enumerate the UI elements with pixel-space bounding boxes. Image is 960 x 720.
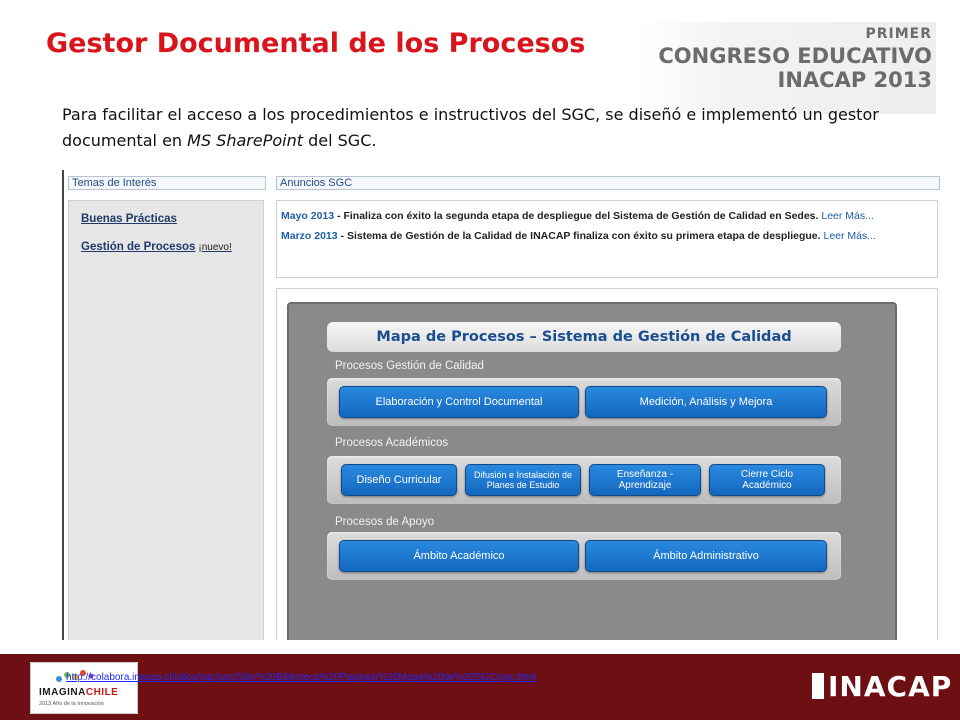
group-label-academicos: Procesos Académicos [335, 437, 449, 449]
group-label-calidad: Procesos Gestión de Calidad [335, 360, 484, 372]
intro-text-1: Para facilitar el acceso a los procedimi… [62, 105, 879, 150]
imagina-brand-black: IMAGINA [39, 687, 86, 698]
imagina-chile-logo: IMAGINACHILE 2013 Año de la Innovación [30, 662, 138, 714]
new-badge: ¡nuevo! [198, 242, 232, 253]
process-button-diseno[interactable]: Diseño Curricular [341, 464, 457, 496]
process-button-ensenanza[interactable]: Enseñanza - Aprendizaje [589, 464, 701, 496]
process-button-difusion[interactable]: Difusión e Instalación de Planes de Estu… [465, 464, 581, 496]
group-bar-calidad: Elaboración y Control Documental Medició… [327, 378, 841, 426]
announcement-text: - Sistema de Gestión de la Calidad de IN… [337, 230, 821, 242]
inacap-square-icon [812, 673, 824, 699]
intro-text-italic: MS SharePoint [187, 131, 304, 150]
footer-bar: IMAGINACHILE 2013 Año de la Innovación h… [0, 654, 960, 720]
link-label: Gestión de Procesos [81, 241, 196, 253]
right-panel-header: Anuncios SGC [276, 176, 940, 190]
link-gestion-procesos[interactable]: Gestión de Procesos ¡nuevo! [81, 241, 232, 253]
right-panel: Anuncios SGC Mayo 2013 - Finaliza con éx… [276, 176, 940, 640]
announcement-text: - Finaliza con éxito la segunda etapa de… [334, 210, 819, 222]
announcement-item: Marzo 2013 - Sistema de Gestión de la Ca… [281, 229, 933, 243]
process-map: Mapa de Procesos – Sistema de Gestión de… [287, 302, 897, 640]
announcement-date: Marzo 2013 [281, 230, 338, 242]
process-button-cierre[interactable]: Cierre Ciclo Académico [709, 464, 825, 496]
process-map-frame: Mapa de Procesos – Sistema de Gestión de… [276, 288, 938, 640]
left-panel-body: Buenas Prácticas Gestión de Procesos ¡nue… [68, 200, 264, 640]
inacap-logo: INACAP [812, 668, 952, 704]
process-map-title: Mapa de Procesos – Sistema de Gestión de… [327, 322, 841, 352]
announcement-item: Mayo 2013 - Finaliza con éxito la segund… [281, 209, 933, 223]
announcements-list: Mayo 2013 - Finaliza con éxito la segund… [276, 200, 938, 278]
congreso-logo: PRIMER CONGRESO EDUCATIVO INACAP 2013 [636, 22, 936, 114]
read-more-link[interactable]: Leer Más... [824, 230, 877, 242]
link-label: Buenas Prácticas [81, 213, 177, 225]
process-button-medicion[interactable]: Medición, Análisis y Mejora [585, 386, 827, 418]
congreso-line2: CONGRESO EDUCATIVO [658, 44, 932, 68]
announcement-date: Mayo 2013 [281, 210, 335, 222]
inacap-logo-text: INACAP [828, 669, 953, 703]
left-panel-header: Temas de Interés [68, 176, 266, 190]
imagina-brand-red: CHILE [85, 687, 119, 698]
source-url-link[interactable]: http://colabora.inacap.cl/sitios/sgc/sgc… [66, 672, 536, 683]
read-more-link[interactable]: Leer Más... [821, 210, 874, 222]
left-panel: Temas de Interés Buenas Prácticas Gestió… [68, 176, 266, 640]
group-bar-academicos: Diseño Curricular Difusión e Instalación… [327, 456, 841, 504]
group-bar-apoyo: Ámbito Académico Ámbito Administrativo [327, 532, 841, 580]
sharepoint-screenshot: Temas de Interés Buenas Prácticas Gestió… [62, 170, 940, 640]
group-label-apoyo: Procesos de Apoyo [335, 516, 435, 528]
process-button-elaboracion[interactable]: Elaboración y Control Documental [339, 386, 579, 418]
congreso-line1: PRIMER [865, 26, 932, 42]
imagina-subtitle: 2013 Año de la Innovación [39, 701, 104, 707]
link-buenas-practicas[interactable]: Buenas Prácticas [81, 213, 177, 225]
slide-title: Gestor Documental de los Procesos [46, 28, 586, 59]
intro-paragraph: Para facilitar el acceso a los procedimi… [62, 102, 952, 154]
imagina-brand: IMAGINACHILE [39, 687, 118, 698]
process-button-administrativo[interactable]: Ámbito Administrativo [585, 540, 827, 572]
intro-text-2: del SGC. [303, 131, 377, 150]
process-button-academico[interactable]: Ámbito Académico [339, 540, 579, 572]
congreso-line3: INACAP 2013 [777, 68, 932, 92]
